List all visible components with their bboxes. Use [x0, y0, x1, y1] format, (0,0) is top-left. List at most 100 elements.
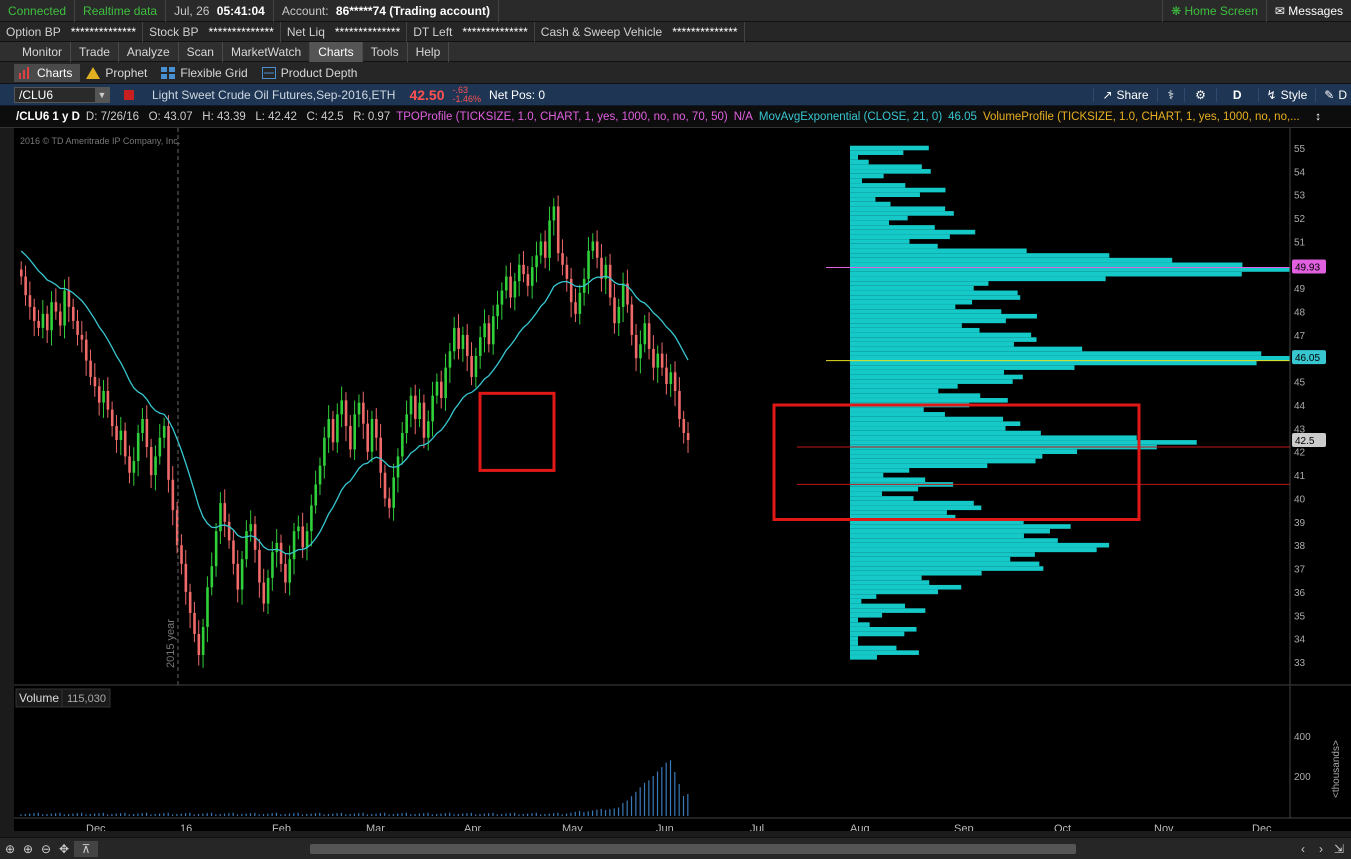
- account-value: 86*****74 (Trading account): [335, 3, 490, 18]
- cash-sweep-value: **************: [672, 24, 738, 39]
- candle-body: [556, 206, 560, 254]
- candle-body: [362, 402, 365, 424]
- volume-label: Volume: [19, 691, 59, 705]
- subtab-flexible-grid-label: Flexible Grid: [180, 65, 248, 80]
- option-bp-value: **************: [70, 24, 137, 39]
- zoom-in-icon[interactable]: ⊕: [20, 841, 36, 857]
- candle-body: [193, 612, 196, 634]
- price-change: -.63 -1.46%: [453, 85, 482, 104]
- tab-help[interactable]: Help: [408, 41, 450, 62]
- profile-row: [850, 608, 926, 613]
- timeframe-button[interactable]: D: [1215, 87, 1258, 102]
- scroll-left-icon[interactable]: ‹: [1295, 841, 1311, 857]
- crosshair-icon[interactable]: ⊕: [2, 841, 18, 857]
- profile-row: [850, 458, 1036, 464]
- profile-row: [850, 374, 1023, 380]
- ema-study[interactable]: MovAvgExponential (CLOSE, 21, 0): [759, 111, 942, 123]
- profile-row: [850, 327, 980, 333]
- chart-area[interactable]: 3334353637383940414243444546474849505152…: [14, 128, 1351, 831]
- horizontal-scrollbar[interactable]: [310, 843, 1076, 854]
- tpo-profile-study[interactable]: TPOProfile (TICKSIZE, 1.0, CHART, 1, yes…: [396, 111, 728, 123]
- profile-row: [850, 206, 946, 212]
- scroll-right-icon[interactable]: ›: [1313, 841, 1329, 857]
- candle-body: [414, 395, 417, 420]
- profile-row: [850, 323, 962, 328]
- candle-body: [67, 290, 71, 307]
- tab-scan[interactable]: Scan: [179, 41, 223, 62]
- tab-tools[interactable]: Tools: [363, 41, 408, 62]
- candle-body: [297, 526, 300, 532]
- profile-row: [850, 304, 956, 310]
- candle-body: [630, 304, 634, 335]
- zoom-out-icon[interactable]: ⊖: [38, 841, 54, 857]
- tab-charts[interactable]: Charts: [310, 41, 363, 62]
- profile-row: [850, 407, 924, 412]
- tab-marketwatch[interactable]: MarketWatch: [223, 41, 311, 62]
- drawings-button[interactable]: ✎ D: [1315, 87, 1351, 102]
- candle-body: [682, 419, 686, 434]
- volume-tick: 200: [1294, 772, 1311, 783]
- candle-body: [219, 503, 222, 532]
- price-tick: 44: [1294, 401, 1306, 412]
- profile-row: [850, 379, 1013, 384]
- subtab-flexible-grid[interactable]: Flexible Grid: [157, 64, 255, 82]
- flask-icon[interactable]: ⚕: [1156, 87, 1185, 102]
- grid-icon: [161, 66, 176, 79]
- price-tick: 53: [1294, 191, 1306, 202]
- profile-row: [850, 426, 1006, 431]
- profile-row: [850, 547, 1097, 553]
- profile-row: [850, 187, 946, 193]
- profile-row: [850, 351, 1262, 356]
- pan-icon[interactable]: ✥: [56, 841, 72, 857]
- time-tick: Dec: [86, 823, 106, 831]
- messages-button[interactable]: ✉ Messages: [1267, 0, 1351, 22]
- candle-body: [71, 306, 75, 321]
- tab-analyze[interactable]: Analyze: [119, 41, 179, 62]
- time-tick: Aug: [850, 823, 870, 831]
- jump-to-start-icon[interactable]: ⊼: [74, 840, 98, 857]
- time-tick: Mar: [366, 823, 385, 831]
- candle-body: [110, 409, 114, 427]
- home-screen-button[interactable]: ❋ Home Screen: [1162, 0, 1267, 22]
- date-time: Jul, 26 05:41:04: [166, 0, 274, 22]
- account-selector[interactable]: Account: 86*****74 (Trading account): [274, 0, 499, 22]
- gear-icon[interactable]: ⚙: [1184, 87, 1216, 102]
- sub-tabs: Charts Prophet Flexible Grid Product Dep…: [0, 62, 1351, 84]
- expand-icon[interactable]: ↕: [1315, 111, 1351, 123]
- subtab-prophet[interactable]: Prophet: [82, 64, 155, 82]
- subtab-charts[interactable]: Charts: [14, 63, 81, 82]
- dt-left: DT Left **************: [407, 21, 535, 42]
- time-tick: Feb: [272, 823, 291, 831]
- profile-row: [850, 346, 1083, 352]
- status-bar: Connected Realtime data Jul, 26 05:41:04…: [0, 0, 1351, 22]
- net-liq-value: **************: [334, 24, 401, 39]
- candle-body: [266, 577, 270, 604]
- price-chart[interactable]: 3334353637383940414243444546474849505152…: [14, 128, 1351, 831]
- profile-row: [850, 636, 858, 641]
- subtab-product-depth[interactable]: Product Depth: [258, 64, 366, 82]
- candle-body: [310, 505, 313, 532]
- candle-body: [102, 390, 105, 403]
- chevron-down-icon[interactable]: ▼: [95, 87, 109, 102]
- candle-body: [97, 386, 101, 403]
- volume-profile-study[interactable]: VolumeProfile (TICKSIZE, 1.0, CHART, 1, …: [983, 111, 1300, 123]
- price-tick: 34: [1294, 635, 1306, 646]
- candle-body: [106, 390, 110, 410]
- candle-body: [301, 526, 305, 548]
- symbol-color-icon[interactable]: [124, 89, 134, 100]
- candle-body: [145, 419, 149, 448]
- profile-row: [850, 262, 1243, 268]
- bottom-toolbar: ⊕ ⊕ ⊖ ✥ ⊼ ‹ › ⇲: [0, 837, 1351, 859]
- style-button[interactable]: ↯ Style: [1257, 87, 1316, 102]
- symbol-selector[interactable]: /CLU6 ▼: [14, 86, 110, 103]
- tab-trade[interactable]: Trade: [71, 41, 119, 62]
- candle-body: [327, 419, 331, 438]
- candle-body: [288, 559, 292, 583]
- profile-row: [850, 285, 974, 291]
- candle-body: [565, 264, 569, 279]
- candle-body: [669, 372, 673, 384]
- tab-monitor[interactable]: Monitor: [14, 41, 72, 62]
- expand-chart-icon[interactable]: ⇲: [1331, 841, 1347, 857]
- share-button[interactable]: ↗ Share: [1093, 87, 1156, 102]
- candle-body: [591, 241, 595, 251]
